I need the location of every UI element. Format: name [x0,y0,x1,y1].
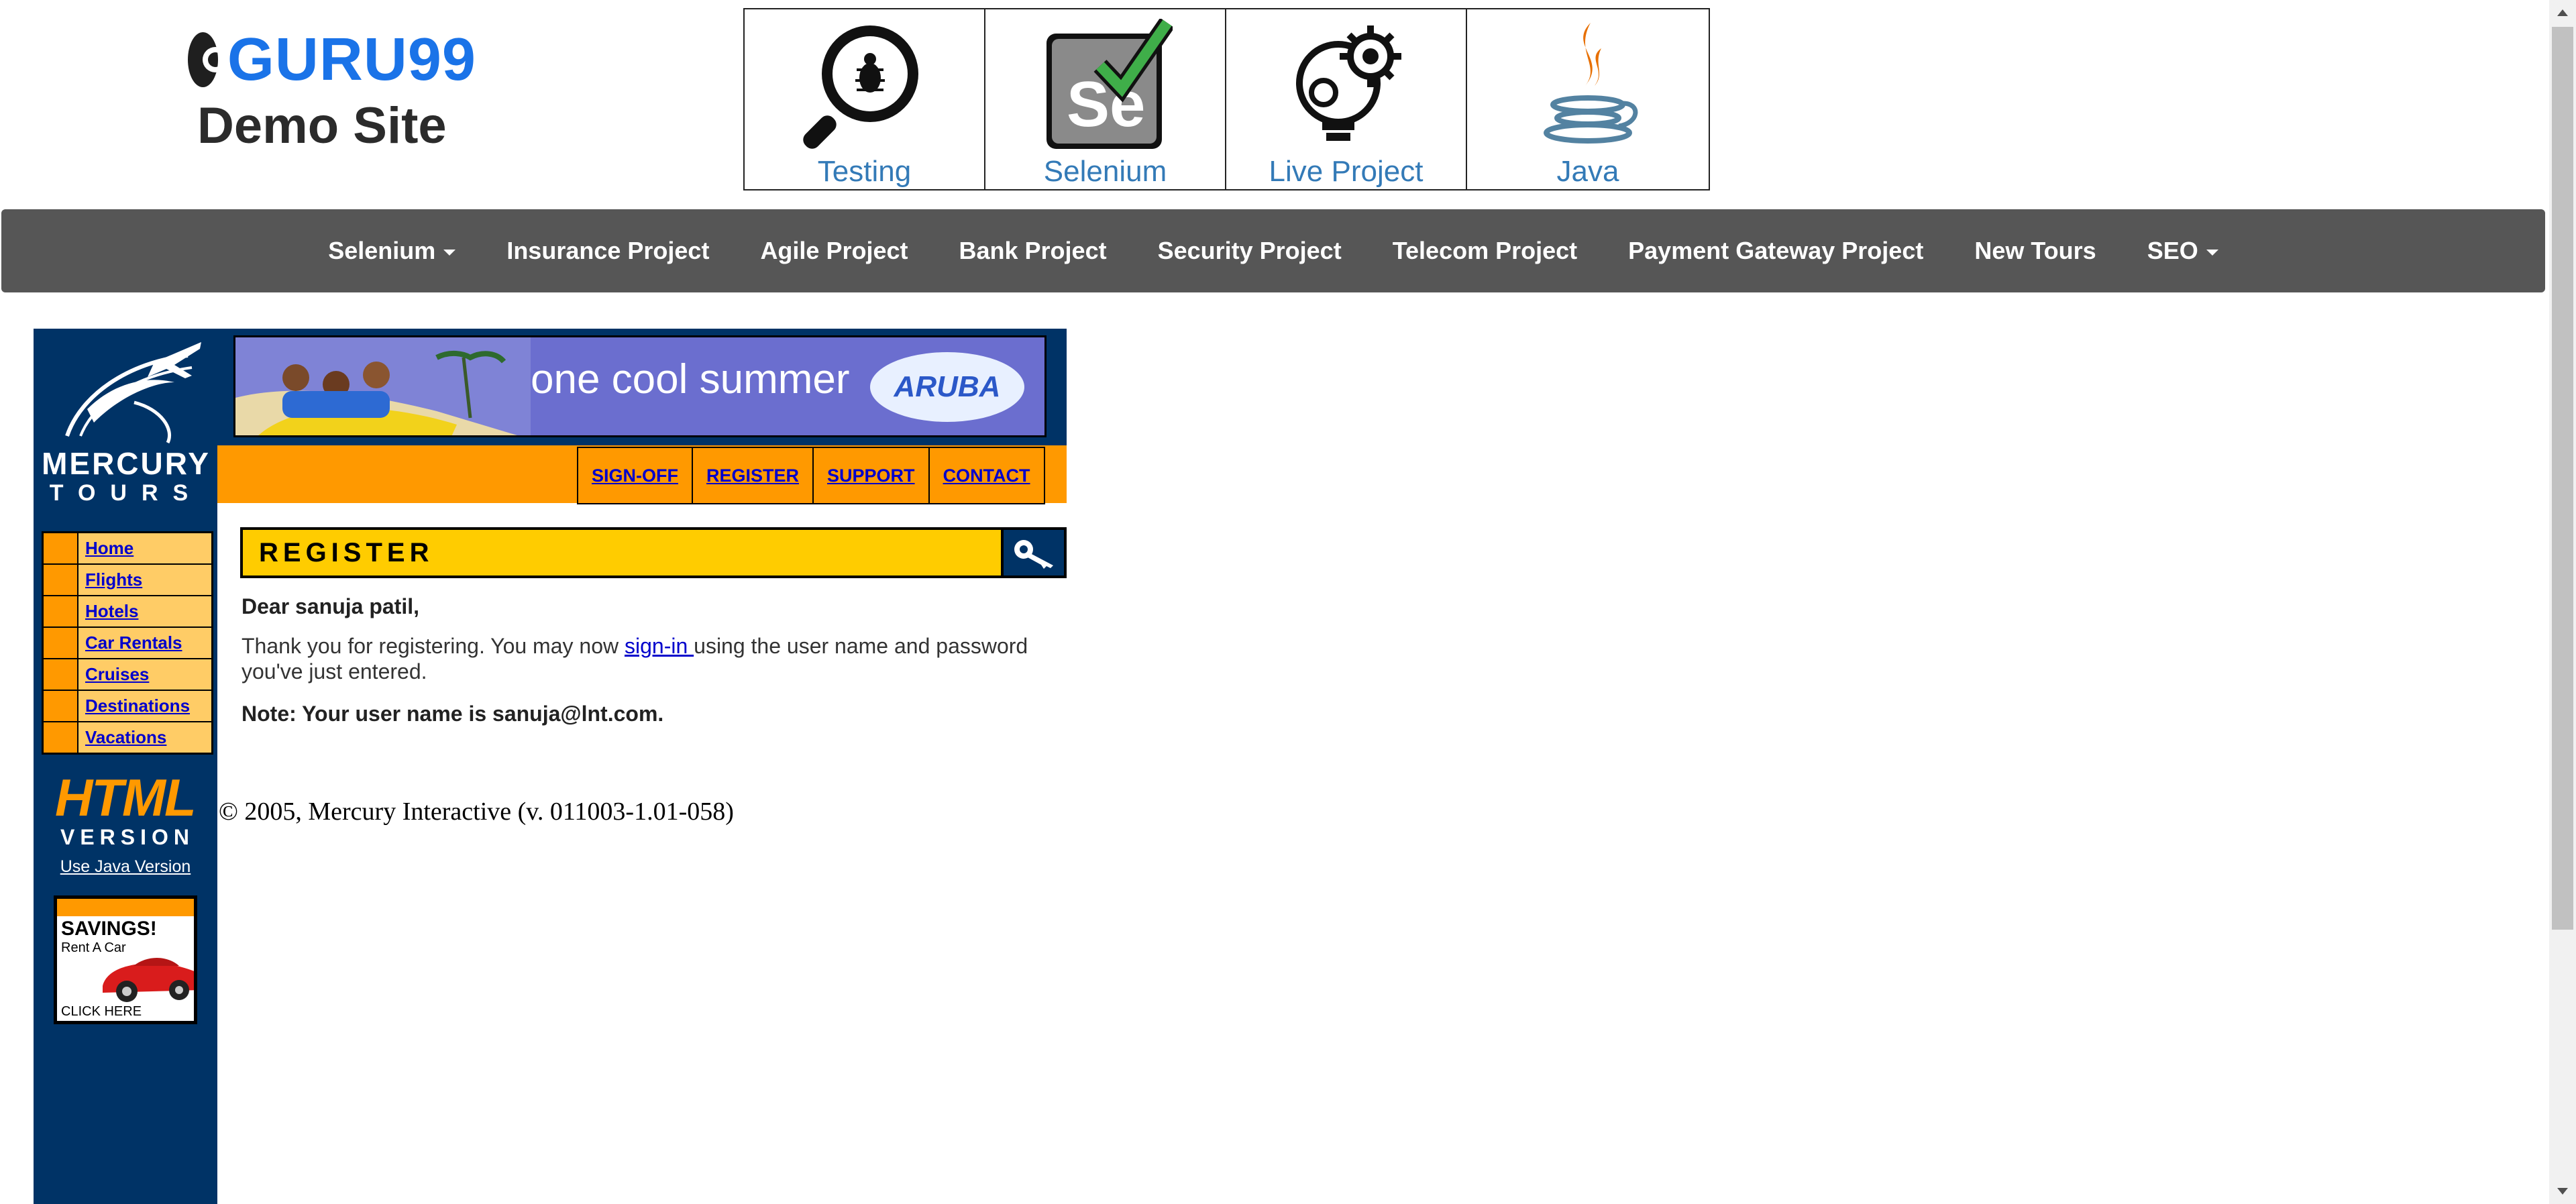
side-link-vacations[interactable]: Vacations [85,727,166,748]
course-tiles: Testing Se Selenium Live Project Java [743,8,1710,190]
site-subtitle: Demo Site [197,97,447,154]
tile-label: Selenium [1043,155,1167,188]
menu-bullet [44,659,77,690]
side-menu-item-destinations: Destinations [44,691,211,721]
red-car-icon [103,958,194,1002]
menu-bullet [44,628,77,658]
menu-bullet [44,533,77,563]
nav-label: Selenium [328,237,436,264]
side-link-flights[interactable]: Flights [85,569,142,590]
register-link[interactable]: REGISTER [706,466,799,486]
side-link-hotels[interactable]: Hotels [85,601,138,622]
tile-selenium[interactable]: Se Selenium [985,9,1226,189]
caret-down-icon [443,249,456,256]
side-menu-item-car-rentals: Car Rentals [44,628,211,658]
tile-label: Testing [817,155,912,188]
menu-bullet [44,596,77,626]
rent-a-car-ad[interactable]: SAVINGS! Rent A Car CLICK HERE [54,895,197,1024]
side-menu-item-home: Home [44,533,211,563]
aruba-logo: ARUBA [870,352,1024,422]
register-section-header: REGISTER [240,527,1067,578]
nav-label: SEO [2147,237,2198,264]
bulb-gear-icon [1295,25,1401,141]
greeting-text: Dear sanuja patil, [241,594,419,618]
logo-subtitle: TOURS [49,480,203,506]
username-note: Note: Your user name is sanuja@lnt.com. [241,702,664,726]
brand-name: GURU99 [227,26,476,93]
side-menu-item-flights: Flights [44,565,211,595]
nav-seo-dropdown[interactable]: SEO [2122,237,2244,265]
tile-label: Live Project [1269,155,1424,188]
ad-title: SAVINGS! [61,918,157,940]
selenium-check-icon: Se [1046,19,1173,149]
aruba-banner-ad[interactable]: one cool summer ARUBA [233,335,1046,437]
sign-off-link[interactable]: SIGN-OFF [592,466,678,486]
nav-insurance-project[interactable]: Insurance Project [481,237,735,265]
nav-agile-project[interactable]: Agile Project [735,237,933,265]
menu-bullet [44,565,77,595]
version-badge-text: VERSION [60,825,195,849]
tile-java[interactable]: Java [1467,9,1709,189]
side-link-car-rentals[interactable]: Car Rentals [85,633,182,653]
support-link[interactable]: SUPPORT [827,466,915,486]
aruba-brand: ARUBA [894,370,1001,403]
section-title: REGISTER [259,537,434,567]
side-menu-item-cruises: Cruises [44,659,211,690]
registration-message: Thank you for registering. You may now s… [241,633,1073,684]
html-badge-text: HTML [55,768,197,827]
side-menu-item-hotels: Hotels [44,596,211,626]
nav-security-project[interactable]: Security Project [1132,237,1367,265]
beach-photo-image [235,337,531,435]
menu-bullet [44,722,77,753]
message-text: Thank you for registering. You may now [241,634,625,658]
mercury-tours-logo[interactable]: MERCURY TOURS [40,335,212,507]
ad-top-bar [57,899,194,916]
nav-bank-project[interactable]: Bank Project [934,237,1132,265]
side-menu-item-vacations: Vacations [44,722,211,753]
tile-testing[interactable]: Testing [745,9,985,189]
magnifier-bug-icon [802,25,918,149]
tile-label: Java [1556,155,1619,188]
side-link-destinations[interactable]: Destinations [85,696,190,716]
caret-down-icon [2206,249,2218,256]
use-java-version-link[interactable]: Use Java Version [34,857,217,877]
nav-telecom-project[interactable]: Telecom Project [1367,237,1603,265]
top-links: SIGN-OFF REGISTER SUPPORT CONTACT [577,447,1045,504]
logo-title: MERCURY [42,446,211,481]
html-version-badge: HTML VERSION [47,771,208,852]
nav-new-tours[interactable]: New Tours [1949,237,2121,265]
sign-in-link[interactable]: sign-in [625,634,694,658]
side-link-home[interactable]: Home [85,538,133,559]
contact-link[interactable]: CONTACT [943,466,1030,486]
key-icon [1001,530,1064,576]
main-navbar: Selenium Insurance Project Agile Project… [1,209,2545,292]
vertical-scrollbar[interactable] [2549,0,2576,1204]
guru99-brand-row: GURU99 [188,30,476,90]
side-menu: Home Flights Hotels Car Rentals Cruises … [42,531,213,755]
java-cup-icon [1544,23,1638,144]
tile-live-project[interactable]: Live Project [1226,9,1467,189]
banner-tagline: one cool summer [531,356,850,402]
scroll-up-arrow-icon[interactable] [2557,9,2568,16]
side-link-cruises[interactable]: Cruises [85,664,149,685]
guru99-logo-icon [188,32,228,87]
menu-bullet [44,691,77,721]
guru99-logo[interactable]: GURU99 Demo Site [188,30,476,152]
copyright-text: © 2005, Mercury Interactive (v. 011003-1… [219,798,734,826]
airplane-logo-icon [65,342,201,444]
ad-cta: CLICK HERE [61,1004,142,1019]
scroll-down-arrow-icon[interactable] [2557,1188,2568,1195]
scrollbar-thumb[interactable] [2552,27,2573,930]
nav-payment-gateway-project[interactable]: Payment Gateway Project [1603,237,1949,265]
nav-selenium-dropdown[interactable]: Selenium [303,237,481,265]
